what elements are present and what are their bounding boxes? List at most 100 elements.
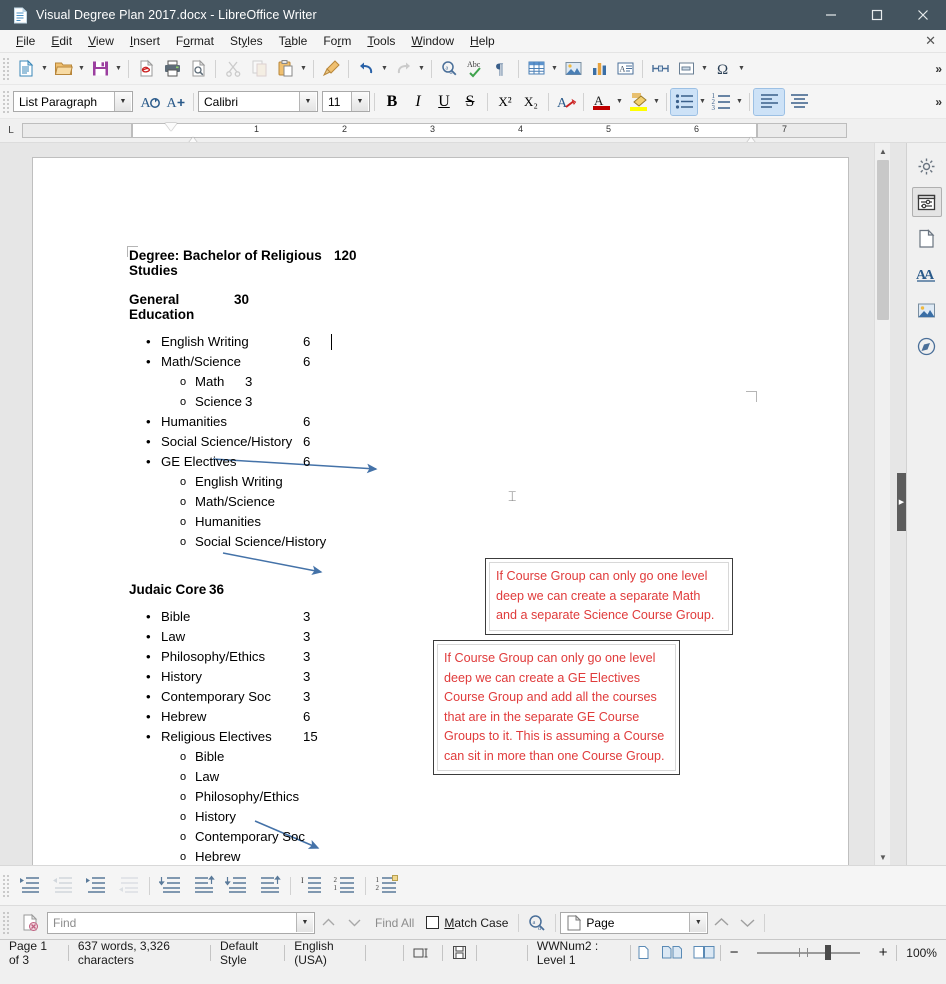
find-all-button[interactable]: Find All [375, 916, 414, 930]
move-up-icon[interactable] [187, 871, 220, 901]
menu-form[interactable]: Form [315, 32, 359, 50]
move-up-subpoints-icon[interactable] [253, 871, 286, 901]
menu-view[interactable]: View [80, 32, 122, 50]
single-page-view-icon[interactable] [631, 940, 656, 966]
close-button[interactable] [900, 0, 946, 30]
zoom-in-button[interactable]: + [870, 940, 897, 966]
sub-list-item[interactable]: o Philosophy/Ethics [129, 787, 769, 807]
ordered-list-dropdown[interactable]: ▼ [734, 89, 745, 115]
menu-file[interactable]: File [8, 32, 43, 50]
highlight-color-dropdown[interactable]: ▼ [651, 89, 662, 115]
find-replace-icon[interactable]: a d [436, 56, 462, 82]
list-item[interactable]: • English Writing 6 [129, 332, 769, 352]
move-down-icon[interactable] [154, 871, 187, 901]
zoom-level-status[interactable]: 100% [897, 940, 946, 966]
first-line-indent-marker[interactable] [165, 123, 177, 131]
sub-list-item[interactable]: o English Writing [129, 472, 769, 492]
scroll-down-button[interactable]: ▼ [875, 849, 891, 865]
menu-format[interactable]: Format [168, 32, 222, 50]
save-icon[interactable] [87, 56, 113, 82]
menu-insert[interactable]: Insert [122, 32, 168, 50]
open-file-icon[interactable] [50, 56, 76, 82]
print-preview-icon[interactable] [185, 56, 211, 82]
multi-page-view-icon[interactable] [656, 940, 688, 966]
save-dropdown[interactable]: ▼ [113, 56, 124, 82]
sidebar-settings-icon[interactable] [912, 151, 942, 181]
sub-list-item[interactable]: o History [129, 807, 769, 827]
sub-list-item[interactable]: o Hebrew [129, 847, 769, 865]
font-size-combo[interactable]: 11 ▼ [322, 91, 370, 112]
formatting-marks-icon[interactable]: ¶ [488, 56, 514, 82]
align-left-icon[interactable] [753, 87, 785, 116]
find-toolbar-grip[interactable] [2, 910, 10, 935]
font-color-icon[interactable]: A [588, 89, 614, 115]
page-style-status[interactable]: Default Style [211, 939, 284, 967]
document-canvas[interactable]: Degree: Bachelor of Religious Studies 12… [0, 143, 890, 865]
book-view-icon[interactable] [688, 940, 720, 966]
add-to-list-icon[interactable]: 1 2 [370, 871, 403, 901]
find-previous-button[interactable] [315, 910, 341, 936]
paragraph-style-combo[interactable]: List Paragraph ▼ [13, 91, 133, 112]
comment-box-math-science[interactable]: If Course Group can only go one level de… [485, 558, 733, 635]
subscript-button[interactable]: X₂ [518, 89, 544, 115]
move-down-subpoints-icon[interactable] [220, 871, 253, 901]
formatting-toolbar-grip[interactable] [2, 89, 10, 114]
sub-list-item[interactable]: o Math 3 [129, 372, 769, 392]
font-name-combo[interactable]: Calibri ▼ [198, 91, 318, 112]
close-find-toolbar-icon[interactable] [17, 910, 43, 936]
navigate-by-combo[interactable]: Page ▼ [560, 911, 709, 934]
menu-tools[interactable]: Tools [359, 32, 403, 50]
underline-button[interactable]: U [431, 89, 457, 115]
font-size-dropdown-arrow[interactable]: ▼ [351, 92, 368, 111]
insert-textbox-icon[interactable]: A [612, 56, 638, 82]
insert-table-icon[interactable] [523, 56, 549, 82]
update-style-icon[interactable]: A [137, 89, 163, 115]
demote-outline-icon[interactable] [13, 871, 46, 901]
sub-list-item[interactable]: o Science 3 [129, 392, 769, 412]
sub-list-item[interactable]: o Math/Science [129, 492, 769, 512]
document-modified-icon[interactable] [443, 940, 476, 966]
bold-button[interactable]: B [379, 89, 405, 115]
sub-list-item[interactable]: o Social Science/History [129, 532, 769, 552]
maximize-button[interactable] [854, 0, 900, 30]
sidebar-styles-icon[interactable]: A A [912, 259, 942, 289]
insert-chart-icon[interactable] [586, 56, 612, 82]
insert-unnumbered-entry-icon[interactable]: I [295, 871, 328, 901]
spelling-icon[interactable]: Abc [462, 56, 488, 82]
insert-field-icon[interactable] [673, 56, 699, 82]
clone-formatting-icon[interactable] [318, 56, 344, 82]
close-document-button[interactable]: ✕ [925, 33, 936, 49]
special-character-icon[interactable]: Ω [710, 56, 736, 82]
restart-numbering-icon[interactable]: 2 1 [328, 871, 361, 901]
undo-icon[interactable] [353, 56, 379, 82]
selection-mode-icon[interactable] [404, 940, 442, 966]
standard-toolbar-overflow[interactable]: » [935, 62, 942, 76]
ordered-list-icon[interactable]: 1 2 3 [708, 89, 734, 115]
zoom-slider[interactable] [747, 943, 869, 963]
insert-field-dropdown[interactable]: ▼ [699, 56, 710, 82]
open-file-dropdown[interactable]: ▼ [76, 56, 87, 82]
unordered-list-dropdown[interactable]: ▼ [697, 89, 708, 115]
comment-box-ge-electives[interactable]: If Course Group can only go one level de… [433, 640, 680, 775]
horizontal-ruler[interactable]: 1 2 3 4 5 6 7 [22, 123, 930, 142]
navigate-by-dropdown[interactable]: ▼ [689, 913, 707, 932]
zoom-out-button[interactable]: − [721, 940, 748, 966]
sidebar-page-icon[interactable] [912, 223, 942, 253]
find-history-dropdown[interactable]: ▼ [296, 913, 313, 932]
menu-edit[interactable]: Edit [43, 32, 80, 50]
sub-list-item[interactable]: o Contemporary Soc [129, 827, 769, 847]
match-case-checkbox[interactable]: Match Case [426, 916, 508, 930]
list-item[interactable]: • GE Electives 6 [129, 452, 769, 472]
bullet-toolbar-grip[interactable] [2, 873, 10, 898]
list-item[interactable]: • Humanities 6 [129, 412, 769, 432]
scroll-up-button[interactable]: ▲ [875, 143, 891, 159]
find-next-button[interactable] [341, 910, 367, 936]
vertical-scrollbar[interactable]: ▲ ▼ [874, 143, 890, 865]
highlight-color-icon[interactable] [625, 89, 651, 115]
insert-image-icon[interactable] [560, 56, 586, 82]
align-center-icon[interactable] [784, 89, 814, 115]
paste-dropdown[interactable]: ▼ [298, 56, 309, 82]
list-level-status[interactable]: WWNum2 : Level 1 [528, 939, 630, 967]
export-pdf-icon[interactable] [133, 56, 159, 82]
language-status[interactable]: English (USA) [285, 939, 364, 967]
